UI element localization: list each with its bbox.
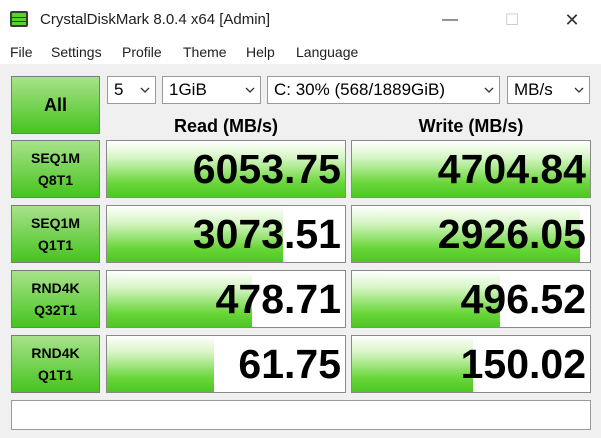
test-name: RND4K xyxy=(31,345,80,361)
read-result-rnd4k-q32t1: 478.71 xyxy=(106,270,346,328)
test-size-select[interactable]: 1GiB xyxy=(162,76,261,104)
test-count-select[interactable]: 5 xyxy=(107,76,156,104)
all-button[interactable]: All xyxy=(11,76,100,134)
app-icon xyxy=(10,11,28,27)
write-result-seq1m-q1t1: 2926.05 xyxy=(351,205,591,263)
test-size-value: 1GiB xyxy=(169,80,207,99)
maximize-button[interactable]: ☐ xyxy=(492,4,532,36)
read-column-header: Read (MB/s) xyxy=(173,116,278,136)
read-value: 6053.75 xyxy=(192,146,341,192)
test-params: Q32T1 xyxy=(34,302,77,318)
menu-profile[interactable]: Profile xyxy=(122,44,162,60)
test-button-seq1m-q8t1[interactable]: SEQ1M Q8T1 xyxy=(11,140,100,198)
comment-input[interactable] xyxy=(11,400,591,430)
test-button-rnd4k-q1t1[interactable]: RND4K Q1T1 xyxy=(11,335,100,393)
write-result-rnd4k-q1t1: 150.02 xyxy=(351,335,591,393)
unit-value: MB/s xyxy=(514,80,553,99)
read-value: 61.75 xyxy=(238,341,341,387)
read-result-rnd4k-q1t1: 61.75 xyxy=(106,335,346,393)
minimize-button[interactable]: — xyxy=(430,4,470,36)
read-result-seq1m-q1t1: 3073.51 xyxy=(106,205,346,263)
close-button[interactable]: ✕ xyxy=(552,4,592,36)
test-name: SEQ1M xyxy=(30,150,80,166)
write-bar xyxy=(352,336,474,392)
test-name: SEQ1M xyxy=(30,215,80,231)
write-value: 496.52 xyxy=(460,276,586,322)
menu-help[interactable]: Help xyxy=(246,44,275,60)
test-name: RND4K xyxy=(31,280,80,296)
read-bar xyxy=(107,336,215,392)
test-count-value: 5 xyxy=(114,80,124,99)
write-result-rnd4k-q32t1: 496.52 xyxy=(351,270,591,328)
menu-theme[interactable]: Theme xyxy=(183,44,227,60)
test-params: Q1T1 xyxy=(37,367,73,383)
write-result-seq1m-q8t1: 4704.84 xyxy=(351,140,591,198)
menu-settings[interactable]: Settings xyxy=(51,44,102,60)
read-result-seq1m-q8t1: 6053.75 xyxy=(106,140,346,198)
read-value: 478.71 xyxy=(215,276,341,322)
chevron-down-icon xyxy=(574,87,584,93)
menu-file[interactable]: File xyxy=(10,44,33,60)
test-params: Q1T1 xyxy=(37,237,73,253)
write-value: 2926.05 xyxy=(437,211,586,257)
write-column-header: Write (MB/s) xyxy=(418,116,524,136)
test-params: Q8T1 xyxy=(37,172,73,188)
write-value: 4704.84 xyxy=(437,146,586,192)
chevron-down-icon xyxy=(484,87,494,93)
drive-select[interactable]: C: 30% (568/1889GiB) xyxy=(267,76,500,104)
test-button-seq1m-q1t1[interactable]: SEQ1M Q1T1 xyxy=(11,205,100,263)
read-value: 3073.51 xyxy=(192,211,341,257)
chevron-down-icon xyxy=(245,87,255,93)
chevron-down-icon xyxy=(140,87,150,93)
write-value: 150.02 xyxy=(460,341,586,387)
unit-select[interactable]: MB/s xyxy=(507,76,590,104)
menu-bar: File Settings Profile Theme Help Languag… xyxy=(0,40,601,64)
menu-language[interactable]: Language xyxy=(296,44,358,60)
window-title: CrystalDiskMark 8.0.4 x64 [Admin] xyxy=(40,11,271,28)
title-bar: CrystalDiskMark 8.0.4 x64 [Admin] — ☐ ✕ xyxy=(0,0,601,40)
drive-value: C: 30% (568/1889GiB) xyxy=(274,80,446,99)
test-button-rnd4k-q32t1[interactable]: RND4K Q32T1 xyxy=(11,270,100,328)
